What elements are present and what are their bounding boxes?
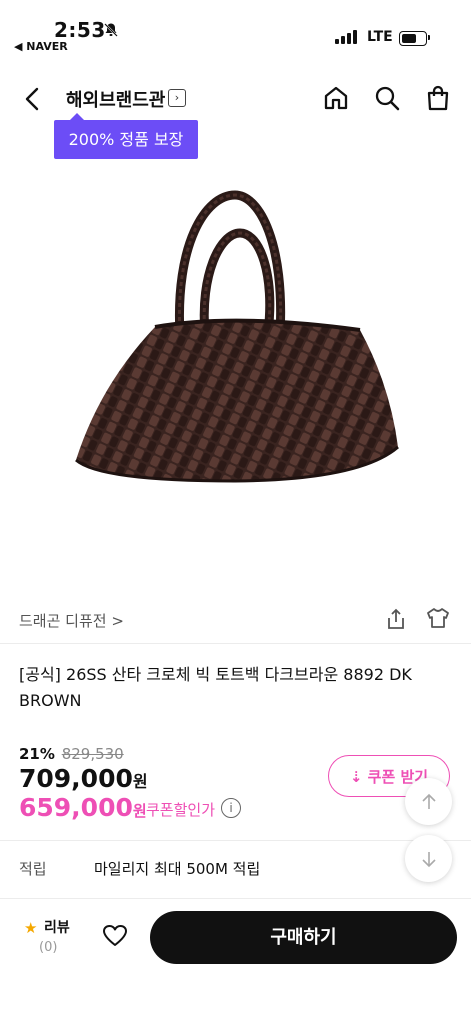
product-title: [공식] 26SS 산타 크로체 빅 토트백 다크브라운 8892 DK BRO… — [19, 665, 412, 710]
back-to-app-link[interactable]: ◀ NAVER — [14, 40, 68, 53]
outfit-hanger-icon[interactable] — [424, 607, 452, 631]
star-icon: ★ — [24, 919, 38, 937]
sale-price-unit: 원 — [132, 772, 148, 791]
network-type: LTE — [367, 29, 393, 45]
battery-icon — [399, 31, 427, 46]
status-time: 2:53 — [54, 18, 106, 42]
search-icon[interactable] — [373, 84, 401, 112]
heart-icon[interactable] — [102, 924, 128, 948]
bottom-bar-divider — [0, 898, 471, 899]
sale-price: 709,000원 — [19, 764, 148, 793]
scroll-up-button[interactable] — [405, 778, 452, 825]
home-icon[interactable] — [322, 84, 350, 112]
arrow-down-icon — [421, 851, 436, 867]
divider — [0, 840, 471, 841]
divider — [0, 643, 471, 644]
authenticity-badge: 200% 정품 보장 — [54, 120, 198, 159]
scroll-down-button[interactable] — [405, 835, 452, 882]
brand-link[interactable]: 드래곤 디퓨전 > — [19, 610, 124, 631]
back-button[interactable] — [18, 84, 48, 114]
coupon-price-label: 쿠폰할인가 — [146, 801, 216, 819]
mute-bell-icon — [103, 22, 119, 42]
coupon-price-unit: 원 — [132, 802, 147, 820]
discount-percent: 21% — [19, 745, 55, 763]
review-label[interactable]: 리뷰 — [44, 917, 70, 937]
product-image[interactable] — [60, 185, 410, 495]
battery-tip — [428, 35, 430, 40]
coupon-price: 659,000원 — [19, 793, 147, 822]
sale-price-value: 709,000 — [19, 764, 133, 793]
coupon-price-value: 659,000 — [19, 793, 133, 822]
signal-icon — [335, 30, 357, 44]
discount-row: 21% 829,530 — [19, 745, 124, 763]
shopping-bag-icon[interactable] — [424, 84, 452, 112]
review-count: (0) — [39, 940, 58, 955]
chevron-right-icon[interactable]: › — [168, 89, 186, 107]
original-price: 829,530 — [61, 745, 124, 763]
buy-button[interactable]: 구매하기 — [150, 911, 457, 964]
arrow-up-icon — [421, 793, 436, 809]
points-label: 적립 — [19, 860, 47, 878]
brand-hall-title[interactable]: 해외브랜드관 — [66, 86, 165, 112]
share-icon[interactable] — [384, 607, 408, 631]
info-icon[interactable]: i — [221, 798, 241, 818]
badge-tail — [70, 113, 84, 120]
points-value: 마일리지 최대 500M 적립 — [94, 860, 261, 878]
